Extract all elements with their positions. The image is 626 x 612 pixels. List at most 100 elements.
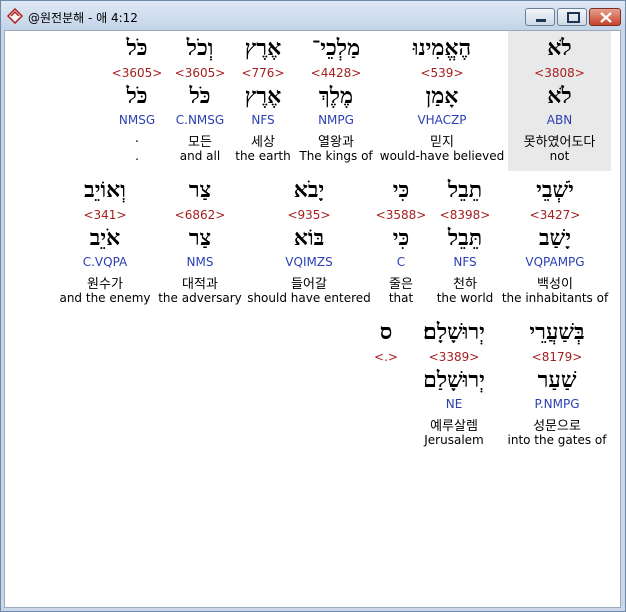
hebrew-word: לֹא <box>547 35 572 61</box>
strong-number: <.> <box>374 350 398 364</box>
hebrew-word: יָבֹא <box>293 177 325 203</box>
hebrew-lemma: מֶלֶךְ <box>318 83 354 109</box>
strong-number: <341> <box>83 208 127 222</box>
korean-gloss: 모든 <box>188 135 212 150</box>
hebrew-lemma: כֹּל <box>189 83 211 109</box>
hebrew-word: צַר <box>188 177 212 203</box>
title-bar[interactable]: @원전분해 - 애 4:12 <box>1 1 625 30</box>
close-icon <box>600 12 612 23</box>
hebrew-word: כִּי <box>392 177 410 203</box>
morphology-code: NMS <box>186 255 214 269</box>
word-column[interactable]: כִּי <3588> כִּי C 줄은 that <box>375 173 427 313</box>
hebrew-lemma: כִּי <box>392 225 410 251</box>
korean-gloss: 세상 <box>251 135 275 150</box>
hebrew-word: וְאוֹיֵב <box>84 177 126 203</box>
strong-number: <3605> <box>174 66 226 80</box>
word-column[interactable]: הֶאֱמִינוּ <539> אָמַן VHACZP 믿지 would-h… <box>378 31 506 171</box>
korean-gloss: 백성이 <box>537 277 573 292</box>
english-gloss: the inhabitants of <box>501 291 609 305</box>
english-gloss: and all <box>179 149 221 163</box>
word-column[interactable]: אֶרֶץ <776> אֶרֶץ NFS 세상 the earth <box>232 31 294 171</box>
hebrew-word: כֹּל <box>126 35 148 61</box>
close-button[interactable] <box>589 8 621 26</box>
korean-gloss: 천하 <box>453 277 477 292</box>
word-column[interactable]: וְכֹל <3605> כֹּל C.NMSG 모든 and all <box>169 31 231 171</box>
hebrew-lemma: תֵּבֵל <box>447 225 483 251</box>
word-column[interactable]: יֹשְׁבֵי <3427> יָשַׁב VQPAMPG 백성이 the i… <box>500 173 610 313</box>
strong-number: <3605> <box>111 66 163 80</box>
morphology-code: C <box>396 255 406 269</box>
hebrew-word: יְרוּשָׁלָם׃ <box>423 319 485 345</box>
maximize-icon <box>567 12 580 23</box>
hebrew-word: תֵבֵל <box>447 177 483 203</box>
morphology-code: P.NMPG <box>534 397 580 411</box>
english-gloss: the world <box>436 291 494 305</box>
korean-gloss: 예루살렘 <box>430 419 478 434</box>
word-column[interactable]: יְרוּשָׁלָם׃ <3389> יְרוּשָׁלַם NE 예루살렘 … <box>407 315 501 455</box>
word-column[interactable]: וְאוֹיֵב <341> אֹיֵב C.VQPA 원수가 and the … <box>57 173 153 313</box>
strong-number: <3427> <box>529 208 581 222</box>
korean-gloss: 성문으로 <box>533 419 581 434</box>
morphology-code: C.NMSG <box>175 113 225 127</box>
word-column[interactable]: כֹּל <3605> כֹּל NMSG . . <box>107 31 167 171</box>
word-column[interactable]: ס <.> <box>370 315 402 455</box>
morphology-code: NFS <box>251 113 275 127</box>
hebrew-lemma: אָמַן <box>425 83 459 109</box>
strong-number: <8398> <box>439 208 491 222</box>
morphology-code: NFS <box>453 255 477 269</box>
korean-gloss: 원수가 <box>87 277 123 292</box>
app-window: @원전분해 - 애 4:12 לֹא <3808> לֹא ABN 못하였어도다… <box>0 0 626 612</box>
strong-number: <539> <box>420 66 464 80</box>
english-gloss: The kings of <box>299 149 373 163</box>
hebrew-lemma: כֹּל <box>126 83 148 109</box>
hebrew-word: הֶאֱמִינוּ <box>412 35 472 61</box>
english-gloss: . <box>135 149 139 163</box>
morphology-code: ABN <box>546 113 573 127</box>
hebrew-word: ס <box>379 319 393 345</box>
hebrew-lemma: שַׁעַר <box>537 367 577 393</box>
korean-gloss: 못하였어도다 <box>523 135 596 150</box>
english-gloss: Jerusalem <box>424 433 484 447</box>
korean-gloss: 믿지 <box>430 135 454 150</box>
korean-gloss: 줄은 <box>389 277 413 292</box>
english-gloss: the adversary <box>158 291 242 305</box>
english-gloss: into the gates of <box>507 433 607 447</box>
strong-number: <6862> <box>174 208 226 222</box>
hebrew-word: יֹשְׁבֵי <box>536 177 574 203</box>
morphology-code: VQPAMPG <box>525 255 585 269</box>
morphology-code: NMSG <box>118 113 156 127</box>
hebrew-lemma: בּוֹא <box>293 225 325 251</box>
word-column[interactable]: צַר <6862> צַר NMS 대적과 the adversary <box>158 173 242 313</box>
korean-gloss: . <box>134 131 140 146</box>
strong-number: <3808> <box>534 66 585 80</box>
korean-gloss: 대적과 <box>182 277 218 292</box>
english-gloss: should have entered <box>247 291 371 305</box>
hebrew-lemma: יָשַׁב <box>539 225 571 251</box>
maximize-button[interactable] <box>557 8 587 26</box>
hebrew-lemma: אֹיֵב <box>89 225 121 251</box>
minimize-icon <box>536 19 546 22</box>
word-column[interactable]: מַלְכֵי־ <4428> מֶלֶךְ NMPG 열왕과 The king… <box>295 31 377 171</box>
morphology-code: NE <box>445 397 463 411</box>
strong-number: <3389> <box>428 350 480 364</box>
hebrew-word: בְּשַׁעֲרֵי <box>529 319 585 345</box>
hebrew-word: אֶרֶץ <box>244 35 282 61</box>
minimize-button[interactable] <box>525 8 555 26</box>
word-column[interactable]: בְּשַׁעֲרֵי <8179> שַׁעַר P.NMPG 성문으로 in… <box>505 315 609 455</box>
morphology-code: NMPG <box>318 113 354 127</box>
english-gloss: the earth <box>235 149 291 163</box>
word-column[interactable]: יָבֹא <935> בּוֹא VQIMZS 들어갈 should have… <box>247 173 371 313</box>
strong-number: <935> <box>287 208 331 222</box>
morphology-code: VHACZP <box>417 113 467 127</box>
morphology-code: VQIMZS <box>285 255 333 269</box>
strong-number: <8179> <box>531 350 583 364</box>
hebrew-lemma: צַר <box>188 225 212 251</box>
english-gloss: that <box>388 291 414 305</box>
word-column[interactable]: לֹא <3808> לֹא ABN 못하였어도다 not <box>508 31 611 171</box>
hebrew-lemma: לֹא <box>547 83 572 109</box>
strong-number: <4428> <box>310 66 362 80</box>
app-logo-icon <box>6 8 24 24</box>
strong-number: <3588> <box>375 208 427 222</box>
window-title: @원전분해 - 애 4:12 <box>28 11 138 25</box>
word-column[interactable]: תֵבֵל <8398> תֵּבֵל NFS 천하 the world <box>433 173 497 313</box>
